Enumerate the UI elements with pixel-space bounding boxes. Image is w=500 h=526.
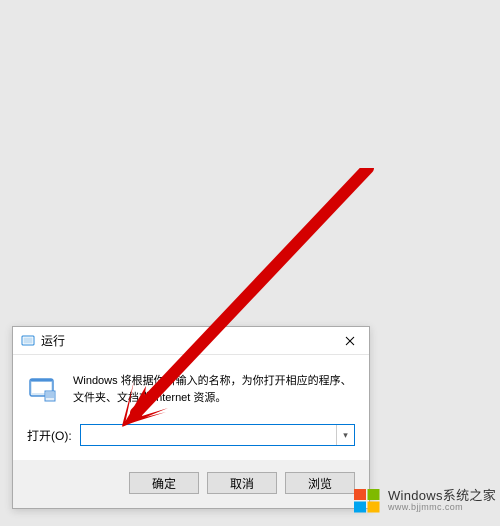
button-row: 确定 取消 浏览 — [13, 460, 369, 508]
watermark-url: www.bjjmmc.com — [388, 503, 496, 513]
dialog-description: Windows 将根据你所输入的名称，为你打开相应的程序、文件夹、文档或 Int… — [73, 373, 355, 406]
input-row: 打开(O): ▾ — [27, 424, 355, 446]
close-button[interactable] — [331, 327, 369, 355]
titlebar: 运行 — [13, 327, 369, 355]
watermark-text: Windows系统之家 www.bjjmmc.com — [388, 489, 496, 513]
windows-logo-icon — [352, 486, 382, 516]
open-input[interactable] — [81, 425, 336, 445]
chevron-down-icon[interactable]: ▾ — [336, 425, 354, 445]
run-dialog: 运行 Windo — [12, 326, 370, 509]
open-combobox[interactable]: ▾ — [80, 424, 355, 446]
dialog-body: Windows 将根据你所输入的名称，为你打开相应的程序、文件夹、文档或 Int… — [13, 355, 369, 460]
cancel-button[interactable]: 取消 — [207, 472, 277, 494]
dialog-title: 运行 — [41, 332, 65, 349]
info-row: Windows 将根据你所输入的名称，为你打开相应的程序、文件夹、文档或 Int… — [27, 373, 355, 406]
open-label: 打开(O): — [27, 427, 72, 444]
watermark-title: Windows系统之家 — [388, 489, 496, 503]
watermark: Windows系统之家 www.bjjmmc.com — [352, 486, 496, 516]
run-program-icon — [27, 373, 59, 405]
titlebar-left: 运行 — [21, 332, 65, 349]
desktop-background: 运行 Windo — [0, 0, 500, 526]
run-titlebar-icon — [21, 334, 35, 348]
browse-button[interactable]: 浏览 — [285, 472, 355, 494]
ok-button[interactable]: 确定 — [129, 472, 199, 494]
